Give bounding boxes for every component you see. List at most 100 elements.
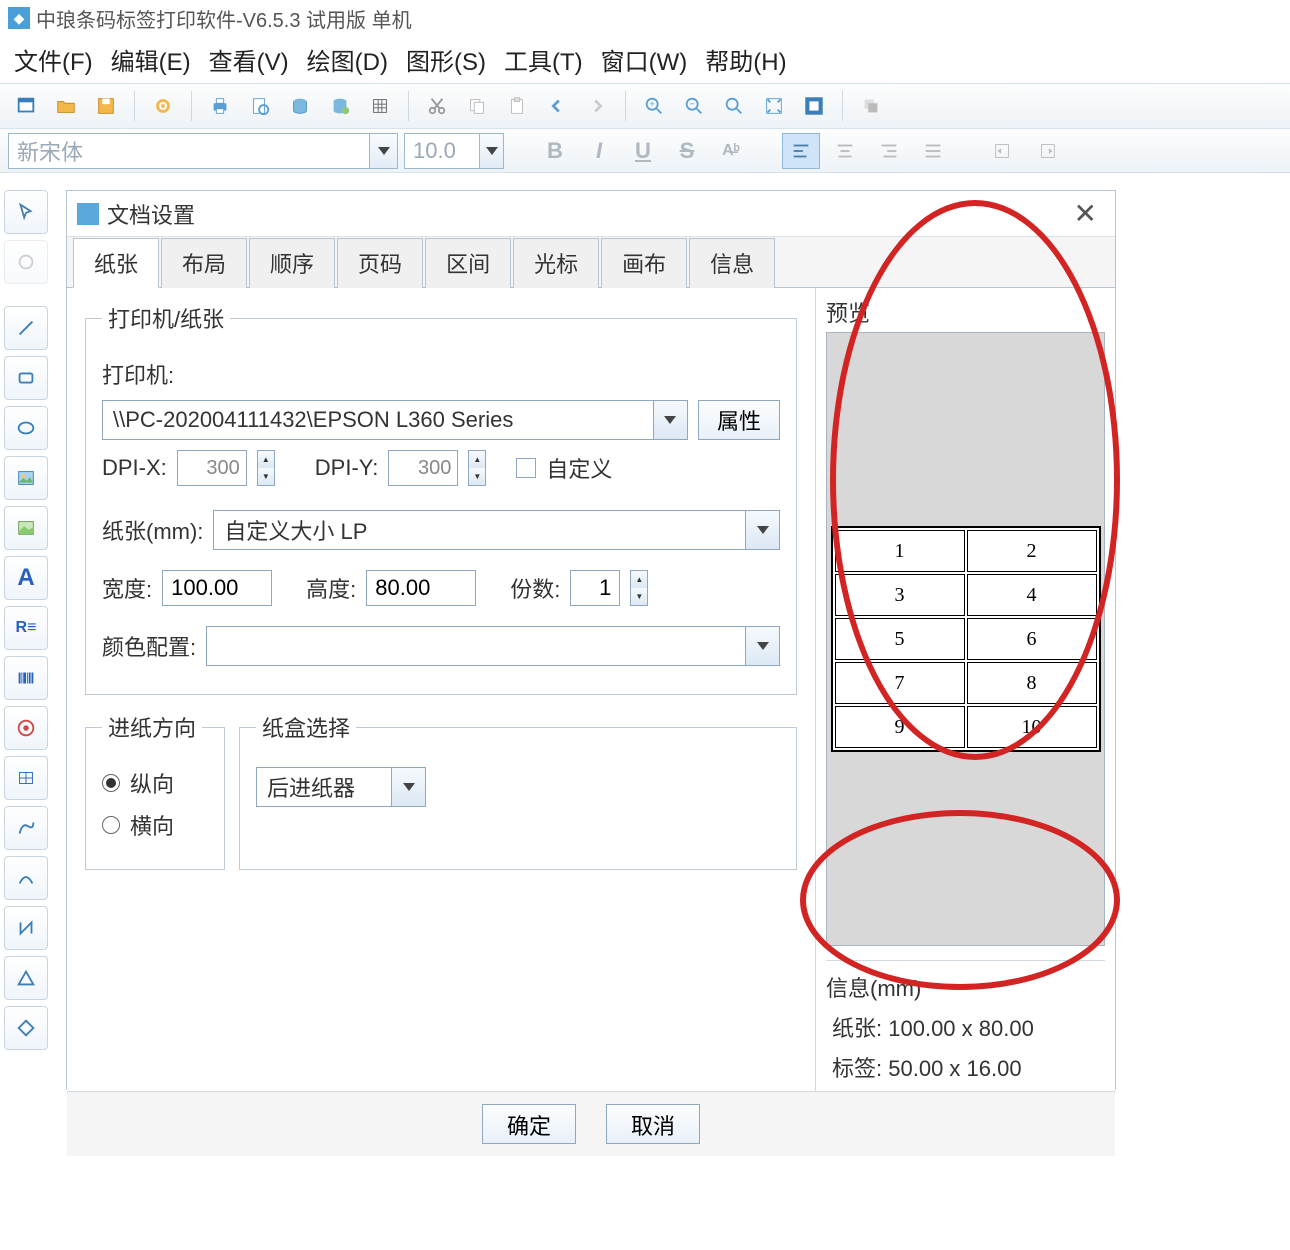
database-refresh-button[interactable] — [322, 88, 358, 124]
font-family-combo[interactable]: 新宋体 — [8, 133, 398, 169]
paper-size-combo[interactable]: 自定义大小 LP — [213, 510, 780, 550]
close-button[interactable]: ✕ — [1066, 197, 1105, 230]
undo-button[interactable] — [539, 88, 575, 124]
tray-combo[interactable]: 后进纸器 — [256, 767, 426, 807]
menu-help[interactable]: 帮助(H) — [705, 42, 786, 77]
font-size-combo[interactable]: 10.0 — [404, 133, 504, 169]
menu-draw[interactable]: 绘图(D) — [307, 42, 388, 77]
arc-tool[interactable] — [4, 856, 48, 900]
indent-dec-button[interactable] — [1028, 133, 1066, 169]
ok-button[interactable]: 确定 — [482, 1104, 576, 1144]
strikethrough-button[interactable]: S — [668, 133, 706, 169]
indent-inc-button[interactable] — [984, 133, 1022, 169]
tab-range[interactable]: 区间 — [425, 238, 511, 288]
zoom-in-button[interactable]: + — [636, 88, 672, 124]
ellipse-tool[interactable] — [4, 406, 48, 450]
zoom-out-button[interactable]: − — [676, 88, 712, 124]
printer-combo[interactable]: \\PC-202004111432\EPSON L360 Series — [102, 400, 688, 440]
zoom-button[interactable] — [716, 88, 752, 124]
color-label: 颜色配置: — [102, 630, 196, 662]
align-left-button[interactable] — [782, 133, 820, 169]
tab-canvas[interactable]: 画布 — [601, 238, 687, 288]
pan-tool[interactable] — [4, 240, 48, 284]
tab-info[interactable]: 信息 — [689, 238, 775, 288]
qrcode-tool[interactable] — [4, 706, 48, 750]
dpiy-label: DPI-Y: — [315, 455, 379, 481]
menu-edit[interactable]: 编辑(E) — [111, 42, 191, 77]
dialog-title: 文档设置 — [107, 198, 1066, 230]
table-tool[interactable] — [4, 756, 48, 800]
title-bar: ◆ 中琅条码标签打印软件-V6.5.3 试用版 单机 — [0, 0, 1290, 36]
tray-fieldset: 纸盒选择 后进纸器 — [239, 711, 797, 870]
copies-spinner[interactable]: ▲▼ — [630, 570, 648, 606]
tray-value: 后进纸器 — [267, 771, 355, 803]
fit-all-button[interactable] — [796, 88, 832, 124]
app-icon: ◆ — [8, 7, 30, 29]
print-preview-button[interactable] — [242, 88, 278, 124]
text-tool[interactable]: A — [4, 556, 48, 600]
menu-tool[interactable]: 工具(T) — [504, 42, 583, 77]
preview-cell: 10 — [967, 706, 1097, 748]
menu-window[interactable]: 窗口(W) — [601, 42, 688, 77]
polygon-tool[interactable] — [4, 906, 48, 950]
clear-format-button[interactable]: A̶ᵇ — [712, 133, 750, 169]
line-tool[interactable] — [4, 306, 48, 350]
dialog-tabs: 纸张 布局 顺序 页码 区间 光标 画布 信息 — [67, 237, 1115, 287]
color-profile-combo[interactable] — [206, 626, 780, 666]
copy-button[interactable] — [459, 88, 495, 124]
copies-label: 份数: — [510, 572, 560, 604]
align-right-button[interactable] — [870, 133, 908, 169]
paste-button[interactable] — [499, 88, 535, 124]
richtext-tool[interactable]: R≡ — [4, 606, 48, 650]
rect-tool[interactable] — [4, 356, 48, 400]
menu-shape[interactable]: 图形(S) — [406, 42, 486, 77]
align-center-button[interactable] — [826, 133, 864, 169]
barcode-tool[interactable] — [4, 656, 48, 700]
tab-cursor[interactable]: 光标 — [513, 238, 599, 288]
custom-checkbox[interactable] — [516, 458, 536, 478]
dpiy-spinner[interactable]: ▲▼ — [468, 450, 486, 486]
paper-size-value: 自定义大小 LP — [224, 514, 367, 546]
print-button[interactable] — [202, 88, 238, 124]
save-button[interactable] — [88, 88, 124, 124]
menu-file[interactable]: 文件(F) — [14, 42, 93, 77]
dpix-spinner[interactable]: ▲▼ — [257, 450, 275, 486]
dpix-input[interactable] — [177, 450, 247, 486]
dialog-left-panel: 打印机/纸张 打印机: \\PC-202004111432\EPSON L360… — [67, 288, 815, 1091]
image-tool[interactable] — [4, 456, 48, 500]
width-input[interactable] — [162, 570, 272, 606]
tab-page[interactable]: 页码 — [337, 238, 423, 288]
underline-button[interactable]: U — [624, 133, 662, 169]
copies-input[interactable] — [570, 570, 620, 606]
info-paper-line: 纸张: 100.00 x 80.00 — [832, 1011, 1105, 1043]
printer-paper-legend: 打印机/纸张 — [102, 302, 230, 334]
layers-button[interactable] — [853, 88, 889, 124]
grid-button[interactable] — [362, 88, 398, 124]
picture-tool[interactable] — [4, 506, 48, 550]
triangle-tool[interactable] — [4, 956, 48, 1000]
tab-order[interactable]: 顺序 — [249, 238, 335, 288]
diamond-tool[interactable] — [4, 1006, 48, 1050]
bold-button[interactable]: B — [536, 133, 574, 169]
settings-button[interactable] — [145, 88, 181, 124]
info-paper-value: 100.00 x 80.00 — [888, 1016, 1034, 1041]
dpiy-input[interactable] — [388, 450, 458, 486]
tab-layout[interactable]: 布局 — [161, 238, 247, 288]
open-button[interactable] — [48, 88, 84, 124]
tab-paper[interactable]: 纸张 — [73, 238, 159, 288]
height-input[interactable] — [366, 570, 476, 606]
properties-button[interactable]: 属性 — [698, 400, 780, 440]
landscape-radio[interactable] — [102, 816, 120, 834]
align-justify-button[interactable] — [914, 133, 952, 169]
portrait-radio[interactable] — [102, 774, 120, 792]
new-doc-button[interactable] — [8, 88, 44, 124]
pointer-tool[interactable] — [4, 190, 48, 234]
cancel-button[interactable]: 取消 — [606, 1104, 700, 1144]
curve-tool[interactable] — [4, 806, 48, 850]
fit-button[interactable] — [756, 88, 792, 124]
cut-button[interactable] — [419, 88, 455, 124]
redo-button[interactable] — [579, 88, 615, 124]
italic-button[interactable]: I — [580, 133, 618, 169]
menu-view[interactable]: 查看(V) — [209, 42, 289, 77]
database-button[interactable] — [282, 88, 318, 124]
